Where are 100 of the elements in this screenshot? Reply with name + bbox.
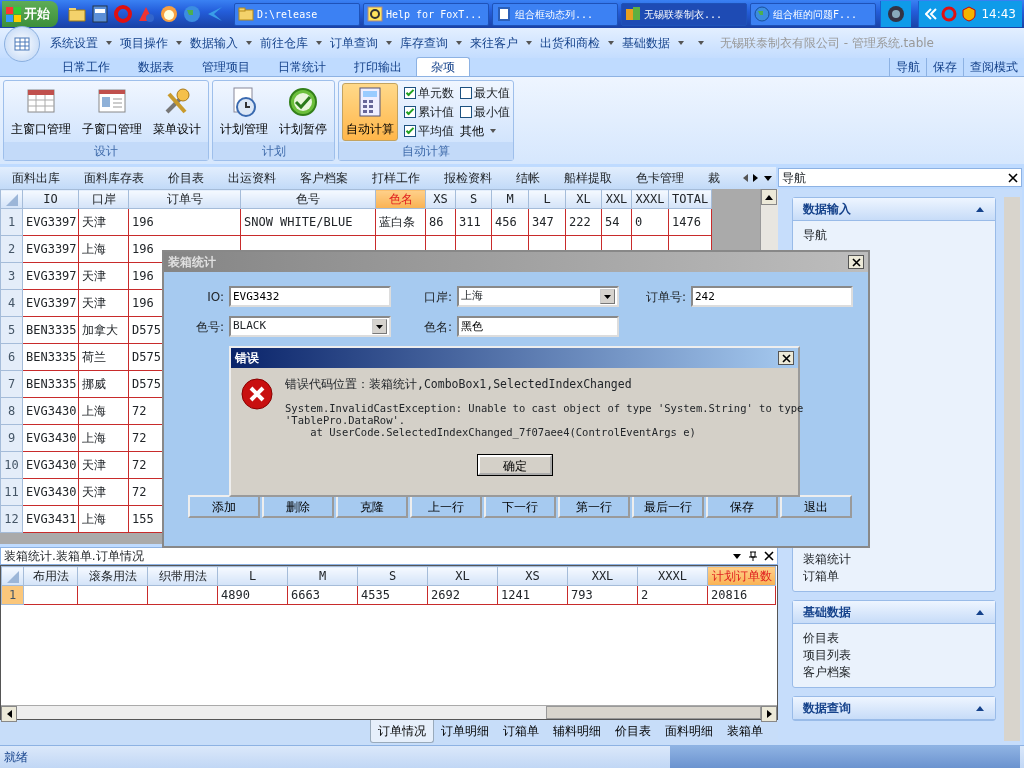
column-header[interactable]: XL (427, 566, 498, 586)
dropdown-button[interactable]: 其他 (460, 121, 510, 140)
menu-item[interactable]: 数据输入 (186, 32, 242, 54)
ball-icon[interactable] (159, 4, 179, 24)
column-header[interactable]: S (455, 189, 492, 209)
bottom-tab[interactable]: 价目表 (608, 720, 658, 742)
column-header[interactable]: XS (425, 189, 456, 209)
corner-cell[interactable] (0, 189, 23, 209)
ribbon-tab[interactable]: 打印输出 (340, 58, 416, 76)
checkbox[interactable]: 平均值 (404, 121, 454, 140)
menu-item[interactable]: 系统设置 (46, 32, 102, 54)
document-tab[interactable]: 打样工作 (360, 167, 432, 189)
taskbar-button[interactable]: D:\release (234, 2, 360, 26)
ribbon-button[interactable]: 菜单设计 (149, 82, 205, 141)
taskbar-button[interactable]: 组合框的问题F... (750, 2, 876, 26)
group-header[interactable]: 数据查询 (793, 697, 995, 720)
ribbon-tab[interactable]: 日常统计 (264, 58, 340, 76)
dialog-button[interactable]: 删除 (262, 495, 334, 518)
combo-box[interactable]: BLACK (229, 316, 391, 337)
column-header[interactable]: XL (565, 189, 602, 209)
dialog-button[interactable]: 最后一行 (632, 495, 704, 518)
scroll-right-button[interactable] (761, 706, 777, 722)
combo-box[interactable]: 上海 (457, 286, 619, 307)
column-header[interactable]: L (217, 566, 288, 586)
ribbon-button[interactable]: 主窗口管理 (7, 82, 75, 141)
taskbar-button[interactable]: Help for FoxT... (363, 2, 489, 26)
column-header[interactable]: L (528, 189, 566, 209)
column-header[interactable]: 口岸 (78, 189, 129, 209)
row-number[interactable]: 6 (0, 343, 23, 371)
column-header[interactable]: M (491, 189, 529, 209)
row-number[interactable]: 12 (0, 505, 23, 533)
menu-item[interactable]: 项目操作 (116, 32, 172, 54)
document-tab[interactable]: 出运资料 (216, 167, 288, 189)
input-field[interactable]: 242 (691, 286, 853, 307)
window-icon[interactable] (90, 4, 110, 24)
dialog-button[interactable]: 上一行 (410, 495, 482, 518)
nav-item[interactable]: 价目表 (793, 630, 995, 647)
nav-item[interactable]: 项目列表 (793, 647, 995, 664)
ribbon-tab[interactable]: 日常工作 (48, 58, 124, 76)
menu-item[interactable]: 来往客户 (466, 32, 522, 54)
document-tab[interactable]: 结帐 (504, 167, 552, 189)
ribbon-button[interactable]: 计划暂停 (275, 82, 331, 141)
document-tab[interactable]: 报检资料 (432, 167, 504, 189)
collapse-icon[interactable] (975, 608, 985, 616)
dialog-button[interactable]: 添加 (188, 495, 260, 518)
checkbox[interactable]: 最大值 (460, 83, 510, 102)
input-field[interactable]: EVG3432 (229, 286, 391, 307)
row-number[interactable]: 2 (0, 235, 23, 263)
scroll-up-button[interactable] (761, 189, 777, 205)
row-number[interactable]: 5 (0, 316, 23, 344)
scroll-left-icon[interactable] (741, 173, 750, 183)
column-header[interactable]: S (357, 566, 428, 586)
row-number[interactable]: 4 (0, 289, 23, 317)
column-header[interactable]: 织带用法 (147, 566, 218, 586)
ribbon-button[interactable]: 自动计算 (342, 82, 398, 141)
dialog-button[interactable]: 第一行 (558, 495, 630, 518)
column-header[interactable]: TOTAL (668, 189, 712, 209)
bottom-tab[interactable]: 订箱单 (496, 720, 546, 742)
close-button[interactable] (848, 255, 864, 269)
scroll-thumb[interactable] (546, 706, 761, 719)
menu-item[interactable]: 前往仓库 (256, 32, 312, 54)
column-header[interactable]: 色号 (240, 189, 376, 209)
row-number[interactable]: 3 (0, 262, 23, 290)
pin-icon[interactable] (748, 550, 758, 562)
ok-button[interactable]: 确定 (477, 455, 552, 475)
expand-icon[interactable] (925, 7, 938, 21)
column-header[interactable]: 布用法 (23, 566, 78, 586)
shield-icon[interactable] (961, 6, 978, 22)
group-header[interactable]: 基础数据 (793, 601, 995, 624)
app-menu-button[interactable] (4, 26, 40, 62)
dialog-button[interactable]: 退出 (780, 495, 852, 518)
menu-item[interactable]: 订单查询 (326, 32, 382, 54)
collapse-icon[interactable] (975, 704, 985, 712)
scroll-left-button[interactable] (1, 706, 17, 722)
row-number[interactable]: 9 (0, 424, 23, 452)
nav-item[interactable]: 导航 (793, 227, 995, 244)
dialog-button[interactable]: 下一行 (484, 495, 556, 518)
ribbon-tab[interactable]: 管理项目 (188, 58, 264, 76)
nav-item[interactable]: 订箱单 (793, 568, 995, 585)
corner-cell[interactable] (1, 566, 24, 586)
column-header[interactable]: XXL (567, 566, 638, 586)
collapse-icon[interactable] (975, 205, 985, 213)
column-header[interactable]: M (287, 566, 358, 586)
ribbon-button[interactable]: 子窗口管理 (78, 82, 146, 141)
column-header[interactable]: XS (497, 566, 568, 586)
bottom-tab[interactable]: 面料明细 (658, 720, 720, 742)
column-header[interactable]: IO (22, 189, 79, 209)
document-tab[interactable]: 船样提取 (552, 167, 624, 189)
row-number[interactable]: 7 (0, 370, 23, 398)
row-number[interactable]: 1 (0, 208, 23, 236)
column-header[interactable]: XXXL (631, 189, 669, 209)
row-number[interactable]: 10 (0, 451, 23, 479)
column-header[interactable]: XXXL (637, 566, 708, 586)
ribbon-button[interactable]: 计划管理 (216, 82, 272, 141)
dropdown-icon[interactable] (763, 174, 774, 182)
ribbon-tab[interactable]: 数据表 (124, 58, 188, 76)
bottom-tab[interactable]: 订单明细 (434, 720, 496, 742)
group-header[interactable]: 数据输入 (793, 198, 995, 221)
checkbox[interactable]: 单元数 (404, 83, 454, 102)
row-number[interactable]: 11 (0, 478, 23, 506)
